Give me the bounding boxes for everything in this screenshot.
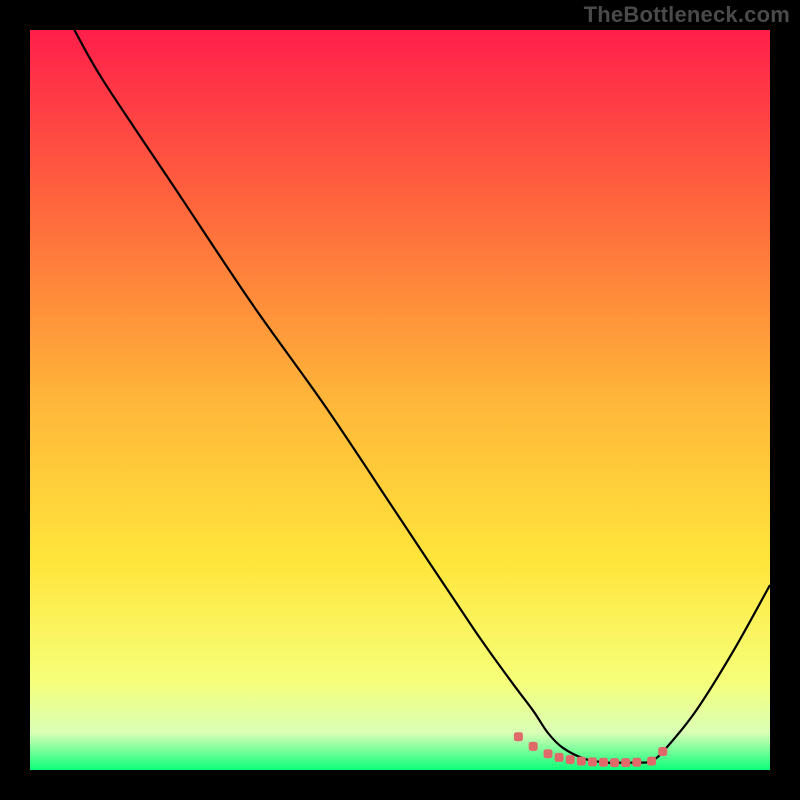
marker-dot (632, 758, 641, 767)
plot-svg (30, 30, 770, 770)
marker-dot (514, 732, 523, 741)
marker-dot (566, 755, 575, 764)
marker-dot (577, 757, 586, 766)
marker-dot (610, 758, 619, 767)
marker-dot (588, 757, 597, 766)
watermark-text: TheBottleneck.com (584, 2, 790, 28)
marker-dot (599, 758, 608, 767)
plot-area (30, 30, 770, 770)
gradient-background (30, 30, 770, 770)
marker-dot (621, 758, 630, 767)
marker-dot (529, 742, 538, 751)
marker-dot (647, 757, 656, 766)
marker-dot (544, 749, 553, 758)
chart-stage: TheBottleneck.com (0, 0, 800, 800)
marker-dot (658, 747, 667, 756)
marker-dot (555, 753, 564, 762)
